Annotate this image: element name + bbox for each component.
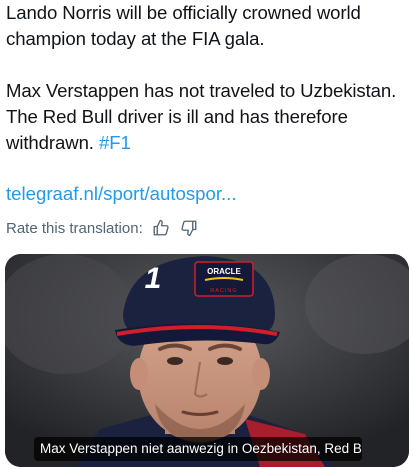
rate-translation-label: Rate this translation: [6,219,143,237]
thumbs-down-icon[interactable] [179,218,199,238]
cap-logo-text: ORACLE [207,267,241,276]
post-paragraph-2: Max Verstappen has not traveled to Uzbek… [6,78,408,156]
post-paragraph-2-text: Max Verstappen has not traveled to Uzbek… [6,80,397,153]
post-paragraph-1: Lando Norris will be officially crowned … [6,2,361,49]
post-media-image[interactable]: ORACLE RACING 1 Max Verstappen niet aanw… [5,254,409,467]
cap-number: 1 [145,262,162,295]
hashtag-link[interactable]: #F1 [99,132,131,153]
post-text: Lando Norris will be officially crowned … [6,0,408,156]
article-link[interactable]: telegraaf.nl/sport/autospor... [6,181,237,207]
cap-small-text: RACING [210,288,237,294]
rate-translation-row: Rate this translation: [6,217,199,239]
driver-photo: ORACLE RACING 1 [5,254,409,467]
thumbs-up-icon[interactable] [151,218,171,238]
image-caption: Max Verstappen niet aanwezig in Oezbekis… [34,437,362,461]
